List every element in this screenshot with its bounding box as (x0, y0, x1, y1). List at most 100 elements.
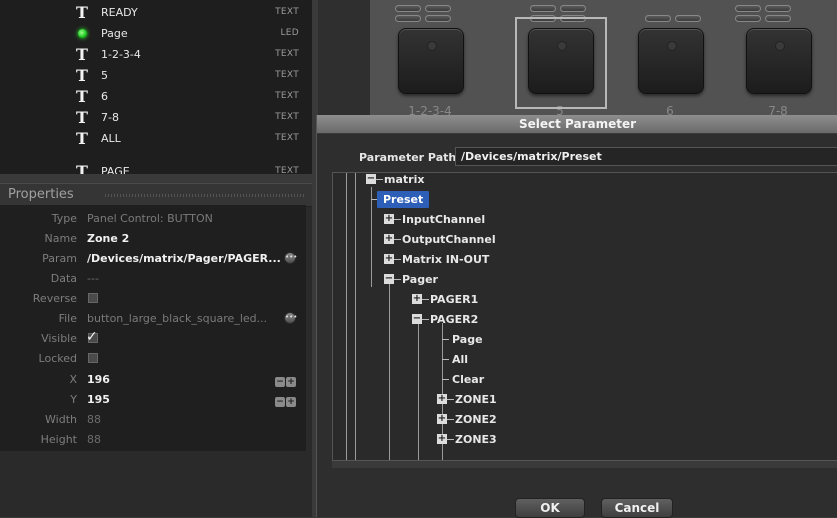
tree-guide (371, 187, 372, 287)
name-field[interactable]: Zone 2 (87, 232, 129, 245)
control-item[interactable]: T READY TEXT (0, 2, 312, 23)
properties-header[interactable]: Properties (0, 183, 312, 207)
control-list: T READY TEXT Page LED T 1-2-3-4 TEXT T 5… (0, 0, 312, 174)
control-item[interactable]: Page LED (0, 23, 312, 44)
panel-canvas[interactable]: 1-2-3-4 5 6 7-8 (318, 0, 837, 118)
property-label: Reverse (32, 292, 77, 305)
x-stepper[interactable]: − + (274, 374, 296, 387)
property-label: File (58, 312, 77, 325)
reverse-checkbox[interactable] (88, 293, 98, 303)
parameter-path-input[interactable]: /Devices/matrix/Preset (455, 147, 837, 166)
control-item[interactable]: T PAGE TEXT (0, 161, 312, 175)
control-name: ALL (101, 132, 121, 145)
property-row-y: Y 195 − + (0, 389, 306, 409)
control-item[interactable]: T 6 TEXT (0, 86, 312, 107)
expand-icon[interactable]: + (384, 234, 394, 244)
control-item[interactable]: T 7-8 TEXT (0, 107, 312, 128)
control-type: TEXT (275, 70, 299, 80)
led-indicator (395, 5, 421, 12)
text-icon: T (76, 108, 88, 127)
text-icon: T (76, 66, 88, 85)
property-row-type: Type Panel Control: BUTTON (0, 208, 306, 228)
panel-button[interactable] (398, 28, 464, 94)
width-field[interactable]: 88 (87, 413, 101, 426)
control-item[interactable]: T 1-2-3-4 TEXT (0, 44, 312, 65)
ok-button[interactable]: OK (515, 498, 585, 518)
text-icon: T (76, 45, 88, 64)
property-row-locked: Locked (0, 348, 306, 368)
text-icon: T (76, 87, 88, 106)
param-browse-button[interactable]: ••• (284, 252, 297, 264)
expand-icon[interactable]: + (437, 414, 447, 424)
expand-icon[interactable]: + (384, 254, 394, 264)
property-label: Visible (41, 332, 77, 345)
property-row-height: Height 88 (0, 429, 306, 449)
property-row-file: File button_large_black_square_led... ••… (0, 308, 306, 328)
collapse-icon[interactable]: − (366, 174, 376, 184)
led-indicator (735, 15, 761, 22)
selection-box[interactable] (515, 17, 607, 109)
led-indicator (735, 5, 761, 12)
file-field[interactable]: button_large_black_square_led... (87, 312, 267, 325)
plus-icon[interactable]: + (286, 377, 296, 387)
cancel-button[interactable]: Cancel (601, 498, 673, 518)
collapse-icon[interactable]: − (412, 314, 422, 324)
property-label: Width (45, 413, 77, 426)
collapse-icon[interactable]: − (384, 274, 394, 284)
horizontal-scrollbar[interactable] (332, 460, 837, 468)
led-indicator (765, 15, 791, 22)
locked-checkbox[interactable] (88, 353, 98, 363)
minus-icon[interactable]: − (275, 397, 285, 407)
property-label: Param (42, 252, 77, 265)
plus-icon[interactable]: + (286, 397, 296, 407)
expand-icon[interactable]: + (437, 434, 447, 444)
minus-icon[interactable]: − (275, 377, 285, 387)
control-type: TEXT (275, 112, 299, 122)
panel-button[interactable] (746, 28, 812, 94)
property-row-x: X 196 − + (0, 369, 306, 389)
control-name: 1-2-3-4 (101, 48, 141, 61)
property-row-param: Param /Devices/matrix/Pager/PAGER... ••• (0, 248, 306, 268)
data-field[interactable]: --- (87, 272, 99, 285)
control-item[interactable]: T ALL TEXT (0, 128, 312, 149)
property-row-width: Width 88 (0, 409, 306, 429)
control-item[interactable]: T 5 TEXT (0, 65, 312, 86)
control-name: READY (101, 6, 138, 19)
led-indicator (560, 5, 586, 12)
text-icon: T (76, 162, 88, 175)
parameter-tree[interactable]: − matrix Preset + InputChannel + OutputC… (332, 172, 837, 468)
param-field[interactable]: /Devices/matrix/Pager/PAGER... (87, 252, 281, 265)
property-row-visible: Visible ✓ (0, 328, 306, 348)
checkmark-icon: ✓ (86, 329, 98, 345)
tree-guide (389, 283, 390, 467)
led-indicator (530, 5, 556, 12)
led-indicator (675, 15, 701, 22)
dialog-title[interactable]: Select Parameter (317, 115, 837, 134)
control-name: 5 (101, 69, 108, 82)
drag-grip[interactable] (105, 194, 304, 197)
expand-icon[interactable]: + (437, 394, 447, 404)
y-field[interactable]: 195 (87, 393, 110, 406)
tree-guide (346, 173, 347, 467)
x-field[interactable]: 196 (87, 373, 110, 386)
tree-guide (355, 173, 356, 467)
control-type: TEXT (275, 166, 299, 174)
properties-title: Properties (8, 187, 74, 202)
control-name: PAGE (101, 165, 130, 174)
expand-icon[interactable]: + (412, 294, 422, 304)
led-indicator (425, 15, 451, 22)
control-name: 6 (101, 90, 108, 103)
expand-icon[interactable]: + (384, 214, 394, 224)
panel-button[interactable] (638, 28, 704, 94)
height-field[interactable]: 88 (87, 433, 101, 446)
properties-panel: Properties Type Panel Control: BUTTON Na… (0, 183, 312, 517)
text-icon: T (76, 129, 88, 148)
y-stepper[interactable]: − + (274, 394, 296, 407)
text-icon: T (76, 3, 88, 22)
property-label: Locked (38, 352, 77, 365)
file-browse-button[interactable]: ••• (284, 312, 297, 324)
property-label: Name (44, 232, 77, 245)
control-type: TEXT (275, 49, 299, 59)
control-type: TEXT (275, 7, 299, 17)
property-row-data: Data --- (0, 268, 306, 288)
